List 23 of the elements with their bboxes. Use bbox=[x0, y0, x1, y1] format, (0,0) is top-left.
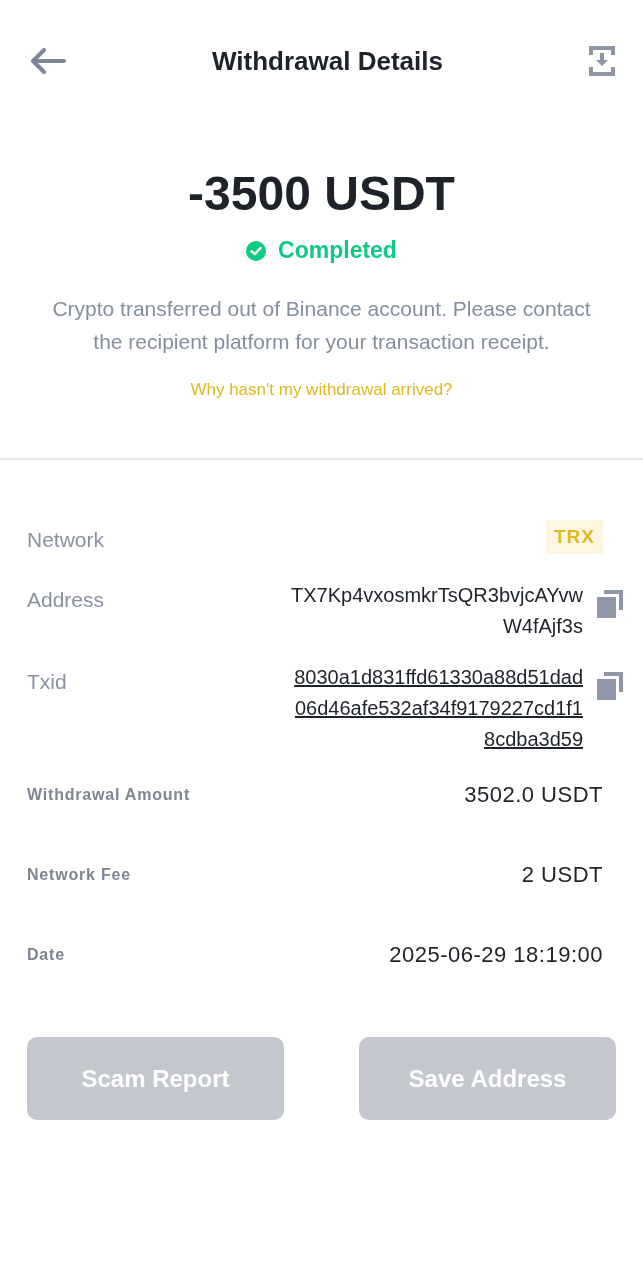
detail-value: 2025-06-29 18:19:00 bbox=[389, 941, 603, 969]
page-title: Withdrawal Details bbox=[212, 45, 443, 77]
address-text: W4fAjf3s bbox=[502, 614, 583, 639]
network-tag: TRX bbox=[546, 520, 603, 554]
txid-link[interactable]: 8cdba3d59 bbox=[484, 724, 583, 755]
description-text: Crypto transferred out of Binance account. Please contact the recipient platform for your transaction receipt. bbox=[51, 296, 592, 355]
status-text: Completed bbox=[278, 237, 397, 264]
download-icon[interactable] bbox=[589, 46, 615, 76]
detail-label: Date bbox=[27, 945, 65, 965]
copy-icon[interactable] bbox=[597, 672, 623, 700]
txid-link[interactable]: 8030a1d831ffd61330a88d51dad bbox=[294, 662, 583, 693]
detail-value: 3502.0 USDT bbox=[464, 781, 603, 809]
back-arrow-icon[interactable] bbox=[30, 48, 66, 74]
detail-label: Network Fee bbox=[27, 865, 131, 885]
detail-label: Network bbox=[27, 527, 105, 553]
withdrawal-amount: -3500 USDT bbox=[188, 166, 455, 221]
txid-link[interactable]: 06d46afe532af34f9179227cd1f1 bbox=[294, 693, 583, 724]
address-text: TX7Kp4vxosmkrTsQR3bvjcAYvw bbox=[291, 583, 583, 608]
detail-label: Withdrawal Amount bbox=[27, 785, 191, 805]
detail-value: 2 USDT bbox=[521, 861, 603, 889]
detail-label: Txid bbox=[27, 669, 67, 695]
detail-label: Address bbox=[27, 587, 105, 613]
copy-icon[interactable] bbox=[597, 590, 623, 618]
